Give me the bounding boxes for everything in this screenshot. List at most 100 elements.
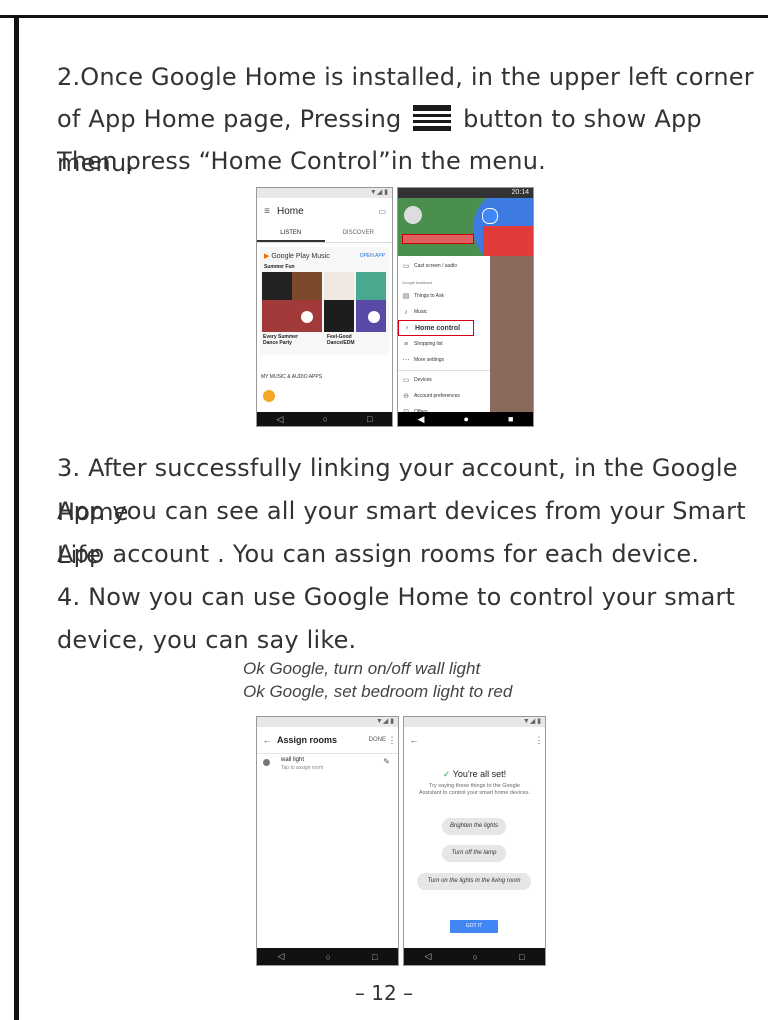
album-tile[interactable] [324, 272, 354, 300]
devices-icon: ▭ [402, 377, 410, 384]
redacted-account [402, 234, 474, 244]
menu-section-label: Google Assistant [402, 280, 433, 285]
menu-item-music[interactable]: ♪ Music [398, 304, 490, 320]
drawer-menu: ▭ Cast screen / audio Google Assistant ▤ T… [398, 256, 490, 416]
got-it-button[interactable]: GOT IT [450, 920, 498, 933]
drawer-header [398, 198, 533, 256]
avatar[interactable] [404, 206, 422, 224]
device-icon [263, 759, 270, 766]
caption-right: Feel-Good Dance/EDM [327, 334, 355, 346]
my-music-label: MY MUSIC & AUDIO APPS [261, 374, 323, 380]
home-icon[interactable]: ○ [326, 952, 331, 962]
menu-item-more-settings[interactable]: ⋯ More settings [398, 352, 490, 368]
edit-pencil-icon[interactable]: ✎ [383, 757, 390, 766]
menu-divider [398, 370, 490, 371]
all-set-body: Try saying these things to the Google As… [419, 783, 530, 796]
nav-bar: ◁ ○ □ [257, 948, 398, 965]
voice-example-2: Ok Google, set bedroom light to red [243, 682, 513, 701]
header-red-shape [483, 226, 533, 256]
home-icon[interactable]: ○ [323, 414, 328, 424]
recents-icon[interactable]: □ [519, 952, 524, 962]
app-bar: ≡ Home ▭ [257, 198, 392, 224]
nav-bar: ◀ ● ■ [398, 412, 533, 426]
tab-discover[interactable]: DISCOVER [325, 224, 393, 242]
nav-bar: ◁ ○ □ [404, 948, 545, 965]
album-tile[interactable] [262, 272, 292, 300]
device-subtitle: Tap to assign room [281, 765, 324, 771]
screen-title: Assign rooms [277, 735, 338, 745]
back-icon[interactable]: ◁ [277, 414, 284, 425]
phone-assign-rooms-screenshot: ▼◢ ▮ ← Assign rooms DONE ⋮ wall light Ta… [256, 716, 399, 966]
top-rule [0, 15, 768, 18]
menu-item-devices[interactable]: ▭ Devices [398, 372, 490, 388]
cast-icon[interactable]: ▭ [378, 207, 386, 216]
back-icon[interactable]: ◀ [418, 414, 425, 425]
summer-fun-label: Summer Fun [264, 264, 295, 270]
music-icon: ♪ [404, 308, 408, 316]
hamburger-menu-icon [413, 105, 452, 131]
suggestion-chip[interactable]: Turn on the lights in the living room [417, 873, 531, 890]
album-tile[interactable] [356, 272, 386, 300]
cast-icon: ▭ [402, 263, 410, 270]
menu-item-account[interactable]: ⊖ Account preferences [398, 388, 490, 404]
back-arrow-icon[interactable]: ← [257, 735, 277, 745]
account-avatar-icon[interactable] [482, 208, 498, 224]
voice-example-1: Ok Google, turn on/off wall light [243, 659, 481, 678]
app-title: Home [277, 205, 304, 217]
back-icon[interactable]: ◁ [425, 951, 432, 962]
tab-bar: LISTEN DISCOVER [257, 224, 392, 243]
phone-home-screenshot: ▼◢ ▮ ≡ Home ▭ LISTEN DISCOVER ▶ Google P… [256, 187, 393, 427]
status-bar: ▼◢ ▮ [257, 717, 398, 727]
open-app-link[interactable]: OPEN APP [360, 253, 385, 259]
play-music-label: ▶ Google Play Music [264, 253, 330, 260]
menu-icon[interactable]: ≡ [257, 206, 277, 217]
step4-line2: device, you can say like. [57, 626, 357, 654]
step2-line3: Then press “Home Control”in the menu. [57, 147, 546, 175]
recents-icon[interactable]: □ [372, 952, 377, 962]
check-icon: ✓ [442, 769, 451, 779]
play-button-icon[interactable] [301, 311, 313, 323]
menu-item-things-to-ask[interactable]: ▤ Things to Ask [398, 288, 490, 304]
things-icon: ▤ [402, 293, 410, 300]
play-button-icon[interactable] [368, 311, 380, 323]
phone-menu-screenshot: 20:14 ▭ Cast screen / audio Google Assist… [397, 187, 534, 427]
list-icon: ≡ [403, 340, 409, 348]
bulb-icon: ♀ [404, 324, 410, 332]
home-icon[interactable]: ○ [473, 952, 478, 962]
phone-all-set-screenshot: ▼◢ ▮ ← ⋮ ✓ You're all set! Try saying th… [403, 716, 546, 966]
home-icon[interactable]: ● [464, 414, 469, 424]
background-content [490, 256, 533, 412]
step3-line3: App account . You can assign rooms for e… [57, 540, 700, 568]
step4-line1: 4. Now you can use Google Home to contro… [57, 583, 736, 611]
voice-examples: Ok Google, turn on/off wall light Ok Goo… [243, 657, 512, 703]
device-row[interactable]: wall light Tap to assign room ✎ [257, 757, 398, 777]
album-tile[interactable] [262, 300, 322, 332]
nav-bar: ◁ ○ □ [257, 412, 392, 426]
back-icon[interactable]: ◁ [278, 951, 285, 962]
album-tile[interactable] [324, 300, 354, 332]
account-icon: ⊖ [403, 393, 409, 400]
tab-listen[interactable]: LISTEN [257, 224, 325, 242]
more-vert-icon[interactable]: ⋮ [533, 735, 545, 746]
menu-item-shopping-list[interactable]: ≡ Shopping list [398, 336, 490, 352]
left-rule [14, 15, 19, 1020]
status-bar: 20:14 [398, 188, 533, 198]
done-button[interactable]: DONE [369, 737, 386, 743]
app-bar: ← Assign rooms DONE ⋮ [257, 727, 398, 754]
page-number: – 12 – [354, 981, 414, 1005]
more-vert-icon[interactable]: ⋮ [386, 735, 398, 746]
music-app-icon[interactable] [263, 390, 275, 402]
all-set-heading: ✓ You're all set! [442, 769, 507, 779]
menu-item-cast[interactable]: ▭ Cast screen / audio [398, 258, 490, 274]
recents-icon[interactable]: ■ [508, 414, 513, 424]
device-name: wall light [281, 757, 305, 763]
caption-left: Every Summer Dance Party [263, 334, 299, 346]
step2-line2-before: of App Home page, Pressing [57, 105, 402, 133]
app-bar: ← ⋮ [404, 727, 545, 753]
recents-icon[interactable]: □ [367, 414, 372, 424]
suggestion-chip[interactable]: Brighten the lights [442, 818, 506, 835]
menu-item-home-control[interactable]: ♀ Home control [398, 320, 474, 336]
suggestion-chip[interactable]: Turn off the lamp [442, 845, 506, 862]
album-tile[interactable] [292, 272, 322, 300]
back-arrow-icon[interactable]: ← [404, 735, 424, 745]
